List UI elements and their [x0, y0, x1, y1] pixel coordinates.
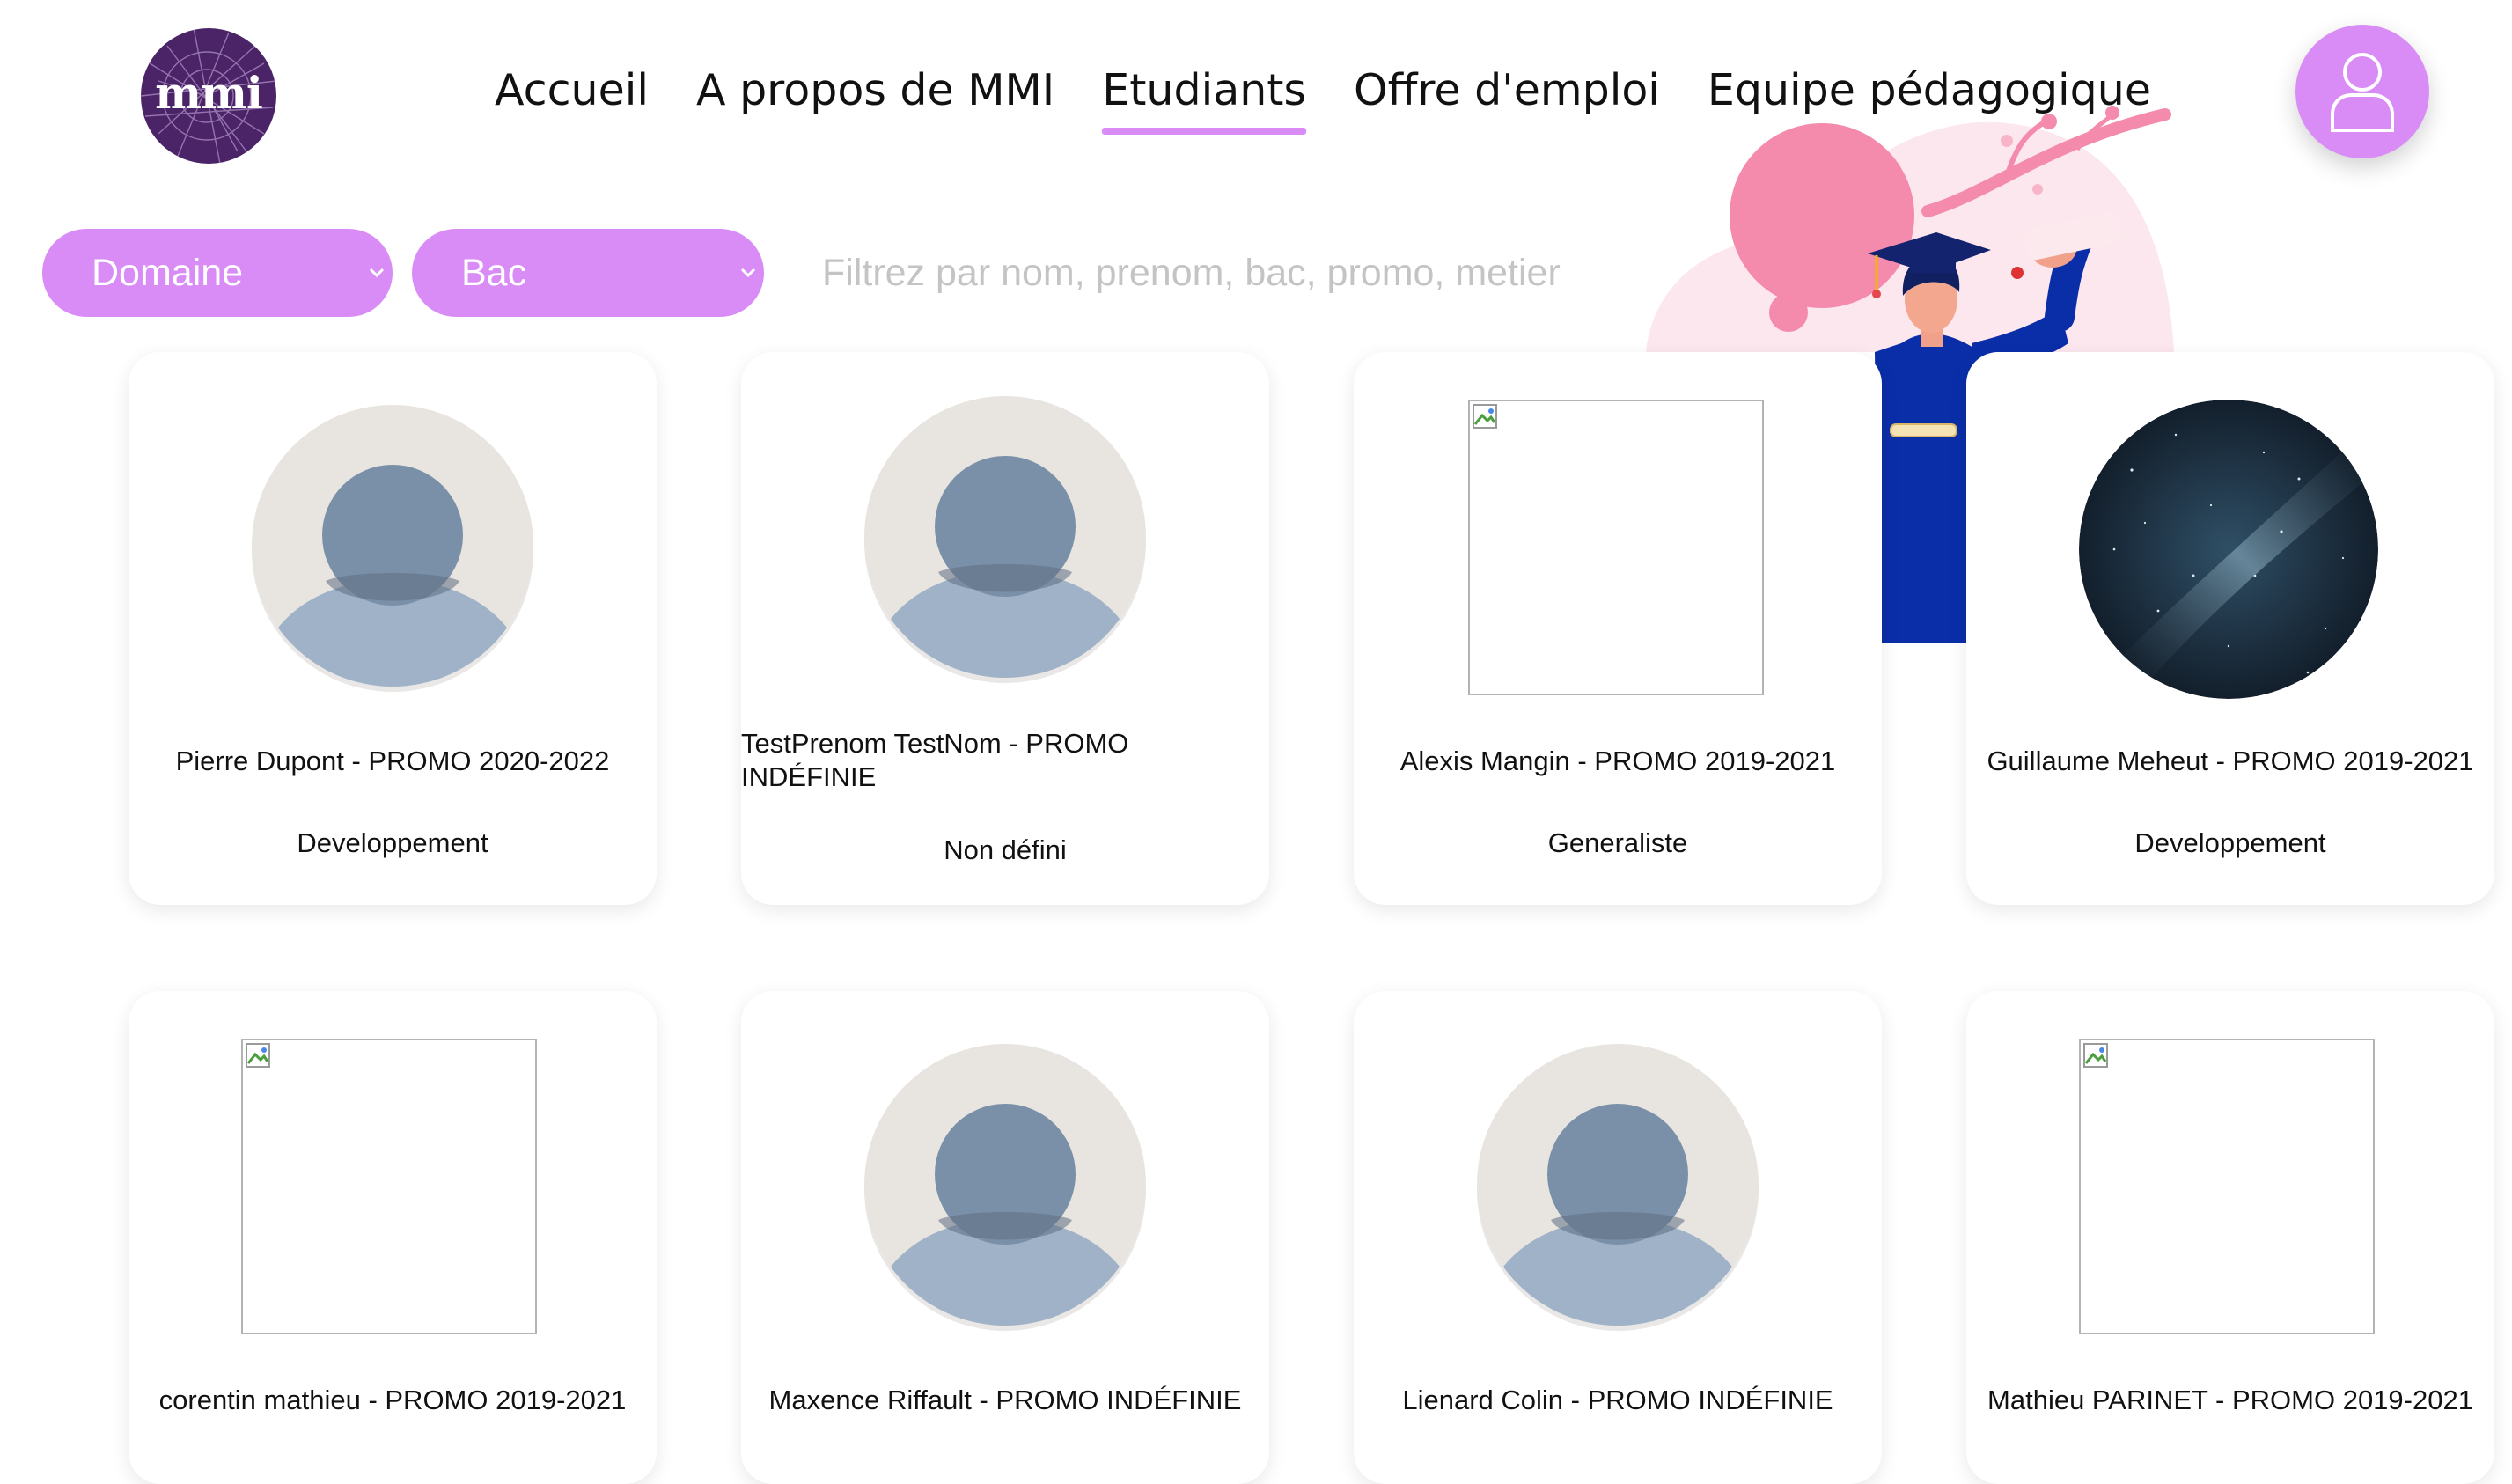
default-avatar-icon — [864, 396, 1146, 683]
chevron-down-icon — [369, 268, 385, 278]
student-card[interactable]: Lienard Colin - PROMO INDÉFINIE — [1354, 991, 1882, 1484]
nav-accueil[interactable]: Accueil — [495, 65, 649, 115]
student-name: corentin mathieu - PROMO 2019-2021 — [158, 1385, 627, 1415]
student-name: Lienard Colin - PROMO INDÉFINIE — [1402, 1385, 1833, 1415]
default-avatar-icon — [252, 405, 533, 692]
student-name: Maxence Riffault - PROMO INDÉFINIE — [768, 1385, 1242, 1415]
logo-text: mmi — [155, 67, 263, 119]
nav-etudiants[interactable]: Etudiants — [1102, 65, 1306, 135]
broken-image-icon — [2079, 1039, 2375, 1334]
student-name: Pierre Dupont - PROMO 2020-2022 — [175, 746, 610, 776]
broken-image-icon — [2083, 1043, 2108, 1068]
student-name: TestPrenom TestNom - PROMO INDÉFINIE — [741, 728, 1129, 792]
student-domain: Developpement — [2134, 827, 2326, 858]
default-avatar-icon — [1477, 1044, 1759, 1331]
domaine-select-label: Domaine — [92, 251, 244, 294]
chevron-down-icon — [740, 268, 756, 278]
bac-select-label: Bac — [461, 251, 527, 294]
default-avatar-icon — [864, 1044, 1146, 1331]
search-input[interactable] — [822, 238, 1614, 308]
broken-image-icon — [241, 1039, 537, 1334]
student-card[interactable]: Alexis Mangin - PROMO 2019-2021 Generali… — [1354, 352, 1882, 905]
user-icon — [2331, 53, 2394, 132]
student-card[interactable]: Mathieu PARINET - PROMO 2019-2021 — [1966, 991, 2494, 1484]
student-name: Alexis Mangin - PROMO 2019-2021 — [1399, 746, 1836, 776]
profile-button[interactable] — [2295, 25, 2429, 158]
student-card[interactable]: Guillaume Meheut - PROMO 2019-2021 Devel… — [1966, 352, 2494, 905]
broken-image-icon — [246, 1043, 270, 1068]
broken-image-icon — [1468, 400, 1764, 695]
student-domain: Generaliste — [1547, 827, 1688, 858]
broken-image-icon — [1473, 404, 1497, 429]
student-photo — [2079, 400, 2378, 699]
student-card[interactable]: corentin mathieu - PROMO 2019-2021 — [129, 991, 657, 1484]
student-card[interactable]: TestPrenom TestNom - PROMO INDÉFINIE Non… — [741, 352, 1269, 905]
nav-a-propos[interactable]: A propos de MMI — [696, 65, 1054, 115]
student-card[interactable]: Pierre Dupont - PROMO 2020-2022 Developp… — [129, 352, 657, 905]
domaine-select[interactable]: Domaine — [42, 229, 393, 317]
student-card[interactable]: Maxence Riffault - PROMO INDÉFINIE — [741, 991, 1269, 1484]
student-domain: Non défini — [944, 834, 1067, 865]
student-name: Guillaume Meheut - PROMO 2019-2021 — [1987, 746, 2474, 776]
nav-offre-emploi[interactable]: Offre d'emploi — [1354, 65, 1660, 115]
student-name: Mathieu PARINET - PROMO 2019-2021 — [1987, 1385, 2473, 1415]
bac-select[interactable]: Bac — [412, 229, 764, 317]
mmi-logo[interactable]: mmi — [141, 28, 276, 164]
student-domain: Developpement — [297, 827, 488, 858]
